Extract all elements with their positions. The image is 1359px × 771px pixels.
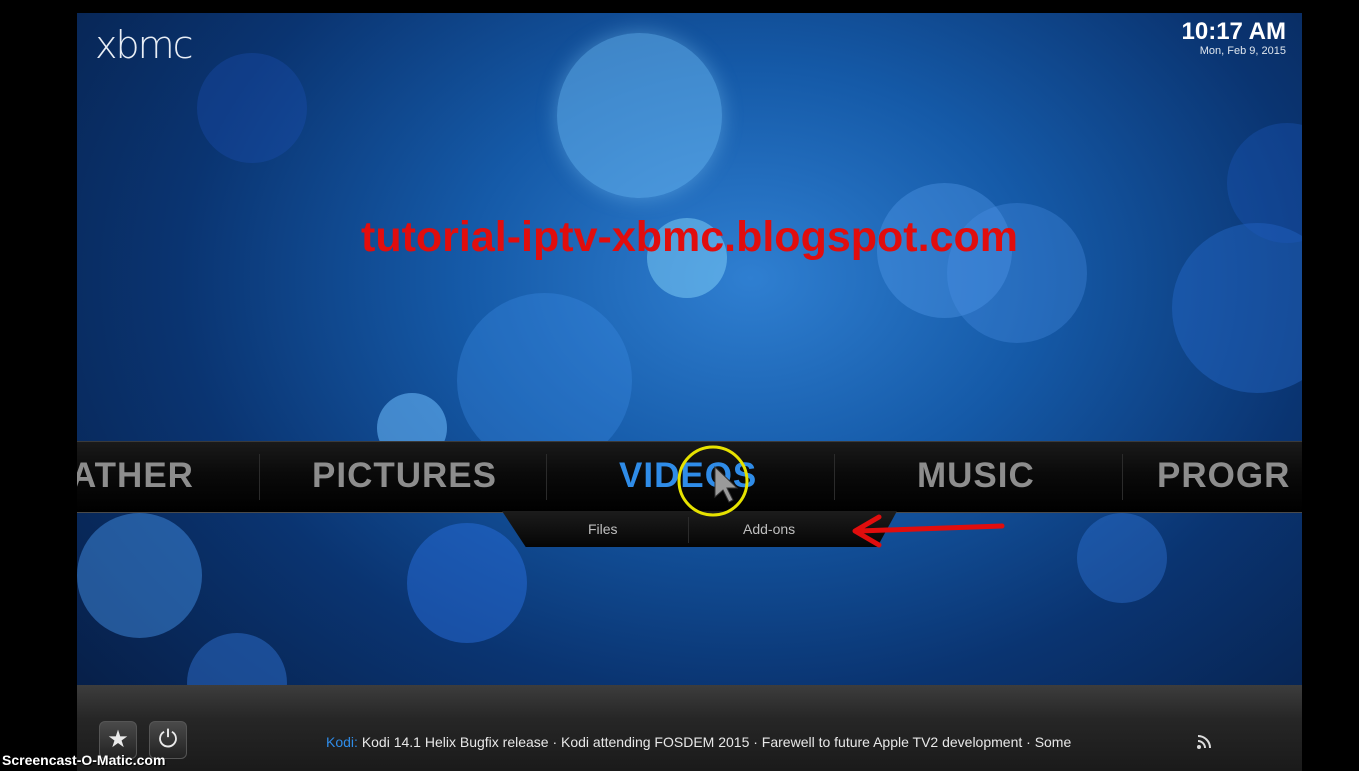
news-ticker: Kodi: Kodi 14.1 Helix Bugfix release · K… xyxy=(326,734,1192,750)
background-bokeh xyxy=(197,53,307,163)
background-bokeh xyxy=(557,33,722,198)
clock-time: 10:17 AM xyxy=(1181,18,1286,45)
cursor-highlight-ring xyxy=(677,445,749,517)
background-bokeh xyxy=(77,513,202,638)
cursor-highlight-annotation xyxy=(677,445,749,517)
red-arrow-annotation xyxy=(852,514,1005,548)
bottom-bar: ★ ⏻ xyxy=(77,685,1302,771)
rss-glyph xyxy=(1197,735,1211,749)
clock: 10:17 AM Mon, Feb 9, 2015 xyxy=(1181,18,1286,58)
menu-separator xyxy=(1122,454,1123,500)
power-icon: ⏻ xyxy=(158,726,178,753)
mouse-pointer-icon xyxy=(714,465,739,503)
watermark-annotation: tutorial-iptv-xbmc.blogspot.com xyxy=(361,213,1018,261)
ticker-text: Kodi 14.1 Helix Bugfix release · Kodi at… xyxy=(361,734,1072,750)
clock-date: Mon, Feb 9, 2015 xyxy=(1199,45,1286,57)
menu-item-weather[interactable]: ATHER xyxy=(77,456,194,496)
home-screen: xbmc 10:17 AM Mon, Feb 9, 2015 tutorial-… xyxy=(77,13,1302,771)
menu-item-music[interactable]: MUSIC xyxy=(917,456,1035,496)
ticker-source: Kodi: xyxy=(326,734,358,750)
background-bokeh xyxy=(407,523,527,643)
arrow-left-icon xyxy=(852,514,1005,548)
background-bokeh xyxy=(1077,513,1167,603)
menu-item-pictures[interactable]: PICTURES xyxy=(312,456,497,496)
xbmc-logo: xbmc xyxy=(95,23,194,67)
submenu-item-files[interactable]: Files xyxy=(588,521,618,537)
menu-separator xyxy=(259,454,260,500)
rss-icon xyxy=(1196,734,1218,752)
star-icon: ★ xyxy=(107,726,129,753)
menu-item-programs[interactable]: PROGR xyxy=(1157,456,1290,496)
screencast-watermark: Screencast-O-Matic.com xyxy=(2,752,166,768)
menu-separator xyxy=(834,454,835,500)
menu-separator xyxy=(546,454,547,500)
